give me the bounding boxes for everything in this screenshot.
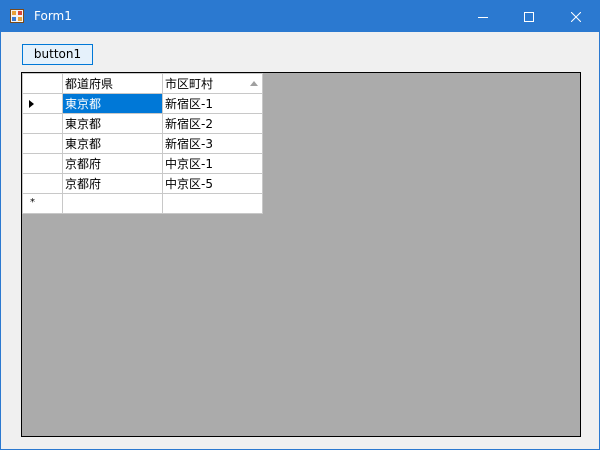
form-client-area: button1 都道府県 市区町村 東京都 新宿区-1 東京都 新宿区-2 東京… (1, 32, 599, 449)
current-row-arrow-icon (29, 100, 34, 108)
column-header-prefecture[interactable]: 都道府県 (62, 73, 163, 94)
column-header-label: 都道府県 (65, 77, 114, 91)
cell-prefecture[interactable] (62, 193, 163, 214)
column-header-label: 市区町村 (165, 77, 214, 91)
cell-city[interactable]: 中京区-5 (162, 173, 263, 194)
row-header[interactable] (22, 113, 63, 134)
title-bar[interactable]: Form1 (1, 1, 599, 32)
cell-prefecture[interactable]: 京都府 (62, 173, 163, 194)
table-row[interactable]: 東京都 新宿区-1 (22, 93, 263, 114)
cell-prefecture[interactable]: 京都府 (62, 153, 163, 174)
maximize-icon (524, 11, 534, 22)
app-icon[interactable] (10, 9, 24, 23)
column-header-row: 都道府県 市区町村 (22, 73, 263, 94)
row-header[interactable] (22, 153, 63, 174)
table-row[interactable]: 京都府 中京区-1 (22, 153, 263, 174)
cell-prefecture[interactable]: 東京都 (62, 113, 163, 134)
window-title: Form1 (34, 9, 72, 23)
cell-city[interactable]: 新宿区-3 (162, 133, 263, 154)
grid-table: 都道府県 市区町村 東京都 新宿区-1 東京都 新宿区-2 東京都 新宿区-3 … (22, 73, 263, 214)
row-header[interactable] (22, 133, 63, 154)
button1[interactable]: button1 (22, 44, 93, 65)
cell-city[interactable]: 中京区-1 (162, 153, 263, 174)
cell-prefecture[interactable]: 東京都 (62, 133, 163, 154)
new-row-marker: * (30, 197, 35, 208)
top-left-header-cell[interactable] (22, 73, 63, 94)
cell-prefecture[interactable]: 東京都 (62, 93, 163, 114)
row-header[interactable]: * (22, 193, 63, 214)
close-icon (571, 11, 581, 22)
minimize-icon (478, 16, 488, 18)
form1-window: Form1 button1 都道府県 市区町村 東京都 新宿区-1 東京都 新宿… (0, 0, 600, 450)
cell-city[interactable]: 新宿区-1 (162, 93, 263, 114)
sort-ascending-icon (250, 81, 258, 86)
table-row[interactable]: 東京都 新宿区-2 (22, 113, 263, 134)
table-row[interactable]: 東京都 新宿区-3 (22, 133, 263, 154)
maximize-button[interactable] (506, 1, 552, 32)
data-grid-view[interactable]: 都道府県 市区町村 東京都 新宿区-1 東京都 新宿区-2 東京都 新宿区-3 … (21, 72, 581, 437)
row-header[interactable] (22, 93, 63, 114)
minimize-button[interactable] (460, 1, 506, 32)
new-row[interactable]: * (22, 193, 263, 214)
close-button[interactable] (553, 1, 599, 32)
cell-city[interactable] (162, 193, 263, 214)
column-header-city[interactable]: 市区町村 (162, 73, 263, 94)
table-row[interactable]: 京都府 中京区-5 (22, 173, 263, 194)
cell-city[interactable]: 新宿区-2 (162, 113, 263, 134)
row-header[interactable] (22, 173, 63, 194)
